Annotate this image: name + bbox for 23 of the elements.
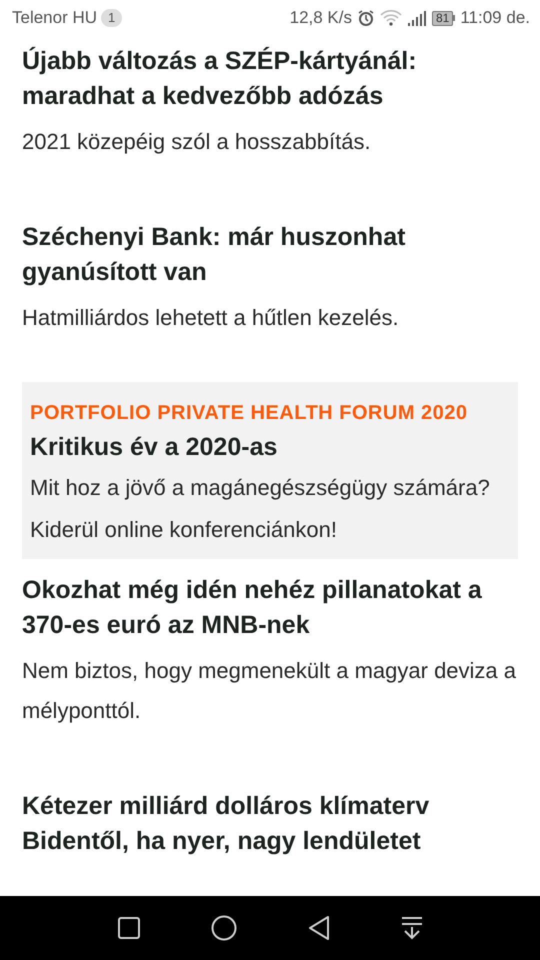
recent-apps-button[interactable] xyxy=(117,916,141,940)
headline[interactable]: Kritikus év a 2020-as xyxy=(30,430,510,465)
article-lead: 2021 közepéig szól a hosszabbítás. xyxy=(22,128,372,156)
promo-label: PORTFOLIO PRIVATE HEALTH FORUM 2020 xyxy=(30,401,469,426)
headline[interactable]: Újabb változás a SZÉP-kártyánál: maradhat a kedvezőbb adózás xyxy=(22,44,518,114)
back-button[interactable] xyxy=(307,915,331,941)
signal-icon xyxy=(407,10,427,26)
wifi-icon xyxy=(380,10,402,26)
clock: 11:09 de. xyxy=(460,8,530,28)
alarm-icon xyxy=(357,9,375,27)
battery-level: 81 xyxy=(432,10,454,26)
carrier-name: Telenor HU xyxy=(12,8,98,28)
headline[interactable]: Kétezer milliárd dolláros klímaterv Bidentől, ha nyer, nagy lendületet xyxy=(22,789,518,859)
notification-pull-down-button[interactable] xyxy=(401,916,423,940)
article-lead: Mit hoz a jövő a magánegészségügy számára? Kiderül online konferenciánkon! xyxy=(30,474,491,544)
headline[interactable]: Széchenyi Bank: már huszonhat gyanúsított van xyxy=(22,220,518,290)
headline[interactable]: Okozhat még idén nehéz pillanatokat a 370-es euró az MNB-nek xyxy=(22,573,518,643)
article-lead: Nem biztos, hogy megmenekült a magyar deviza a mélyponttól. xyxy=(22,657,518,725)
notification-badge: 1 xyxy=(101,9,122,27)
network-speed: 12,8 K/s xyxy=(290,8,352,28)
home-button[interactable] xyxy=(211,915,237,941)
promo-card[interactable]: PORTFOLIO PRIVATE HEALTH FORUM 2020 Kritikus év a 2020-as Mit hoz a jövő a magánegészségügy számára? Kiderül online konferenciánkon! xyxy=(22,382,518,559)
article-lead: Hatmilliárdos lehetett a hűtlen kezelés. xyxy=(22,304,400,332)
